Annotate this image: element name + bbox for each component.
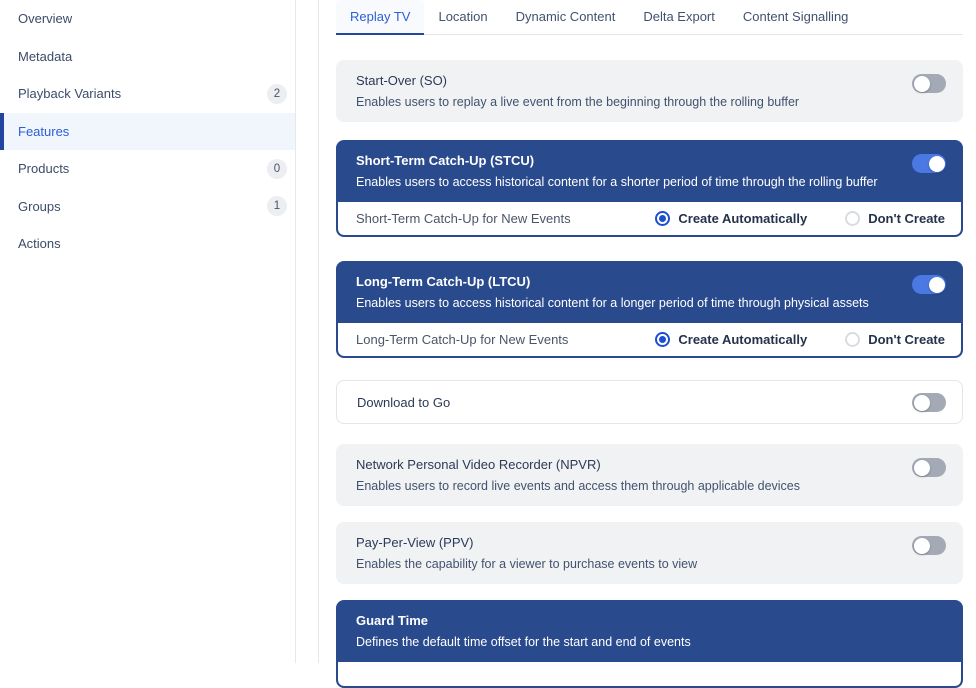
sidebar-item-features[interactable]: Features: [0, 113, 295, 151]
feature-title: Short-Term Catch-Up (STCU): [356, 153, 912, 168]
radio-unselected-icon: [845, 332, 860, 347]
toggle-knob: [914, 538, 930, 554]
feature-card-ppv: Pay-Per-View (PPV) Enables the capabilit…: [336, 522, 963, 584]
sidebar-item-label: Products: [18, 161, 267, 176]
ppv-toggle[interactable]: [912, 536, 946, 555]
radio-selected-icon: [655, 211, 670, 226]
toggle-knob: [929, 277, 945, 293]
sidebar-item-label: Playback Variants: [18, 86, 267, 101]
radio-selected-icon: [655, 332, 670, 347]
panel-divider: [318, 0, 319, 663]
feature-card-guard-time: Guard Time Defines the default time offs…: [336, 600, 963, 688]
download-to-go-toggle[interactable]: [912, 393, 946, 412]
radio-unselected-icon: [845, 211, 860, 226]
stcu-new-events-row: Short-Term Catch-Up for New Events Creat…: [338, 202, 961, 235]
radio-dont-create[interactable]: Don't Create: [845, 211, 945, 226]
radio-dont-create[interactable]: Don't Create: [845, 332, 945, 347]
tab-bar: Replay TV Location Dynamic Content Delta…: [336, 0, 963, 35]
toggle-knob: [914, 395, 930, 411]
radio-create-automatically[interactable]: Create Automatically: [655, 211, 807, 226]
feature-title: Guard Time: [356, 613, 946, 628]
sidebar-item-playback-variants[interactable]: Playback Variants 2: [0, 75, 295, 113]
feature-card-npvr: Network Personal Video Recorder (NPVR) E…: [336, 444, 963, 506]
sidebar-item-overview[interactable]: Overview: [0, 0, 295, 38]
sub-setting-label: Short-Term Catch-Up for New Events: [356, 211, 655, 226]
sidebar-item-actions[interactable]: Actions: [0, 225, 295, 263]
feature-description: Enables users to access historical conte…: [356, 175, 912, 189]
sidebar-item-label: Groups: [18, 199, 267, 214]
sidebar-item-metadata[interactable]: Metadata: [0, 38, 295, 76]
tab-dynamic-content[interactable]: Dynamic Content: [502, 0, 630, 34]
radio-label: Create Automatically: [678, 332, 807, 347]
toggle-knob: [914, 76, 930, 92]
sidebar-item-label: Features: [18, 124, 287, 139]
tab-replay-tv[interactable]: Replay TV: [336, 0, 424, 34]
count-badge: 2: [267, 84, 287, 104]
feature-description: Enables users to replay a live event fro…: [356, 95, 912, 109]
sidebar-item-label: Actions: [18, 236, 287, 251]
feature-title: Long-Term Catch-Up (LTCU): [356, 274, 912, 289]
count-badge: 1: [267, 196, 287, 216]
stcu-toggle[interactable]: [912, 154, 946, 173]
toggle-knob: [929, 156, 945, 172]
feature-title: Start-Over (SO): [356, 73, 912, 88]
feature-description: Enables users to record live events and …: [356, 479, 912, 493]
npvr-toggle[interactable]: [912, 458, 946, 477]
feature-title: Download to Go: [357, 395, 912, 410]
radio-label: Don't Create: [868, 211, 945, 226]
radio-label: Create Automatically: [678, 211, 807, 226]
feature-card-ltcu: Long-Term Catch-Up (LTCU) Enables users …: [336, 261, 963, 358]
sidebar-item-label: Metadata: [18, 49, 287, 64]
sidebar-item-products[interactable]: Products 0: [0, 150, 295, 188]
feature-description: Enables the capability for a viewer to p…: [356, 557, 912, 571]
sidebar: Overview Metadata Playback Variants 2 Fe…: [0, 0, 296, 663]
sub-setting-label: Long-Term Catch-Up for New Events: [356, 332, 655, 347]
feature-description: Defines the default time offset for the …: [356, 635, 946, 649]
tab-location[interactable]: Location: [424, 0, 501, 34]
start-over-toggle[interactable]: [912, 74, 946, 93]
feature-card-download-to-go: Download to Go: [336, 380, 963, 424]
ltcu-toggle[interactable]: [912, 275, 946, 294]
tab-content-signalling[interactable]: Content Signalling: [729, 0, 863, 34]
radio-label: Don't Create: [868, 332, 945, 347]
feature-card-stcu: Short-Term Catch-Up (STCU) Enables users…: [336, 140, 963, 237]
toggle-knob: [914, 460, 930, 476]
tab-delta-export[interactable]: Delta Export: [629, 0, 729, 34]
feature-description: Enables users to access historical conte…: [356, 296, 912, 310]
feature-title: Network Personal Video Recorder (NPVR): [356, 457, 912, 472]
features-panel: Replay TV Location Dynamic Content Delta…: [336, 0, 963, 688]
sidebar-item-label: Overview: [18, 11, 287, 26]
count-badge: 0: [267, 159, 287, 179]
feature-card-start-over: Start-Over (SO) Enables users to replay …: [336, 60, 963, 122]
sidebar-item-groups[interactable]: Groups 1: [0, 188, 295, 226]
guard-time-sub-row: [338, 662, 961, 686]
feature-title: Pay-Per-View (PPV): [356, 535, 912, 550]
radio-create-automatically[interactable]: Create Automatically: [655, 332, 807, 347]
ltcu-new-events-row: Long-Term Catch-Up for New Events Create…: [338, 323, 961, 356]
